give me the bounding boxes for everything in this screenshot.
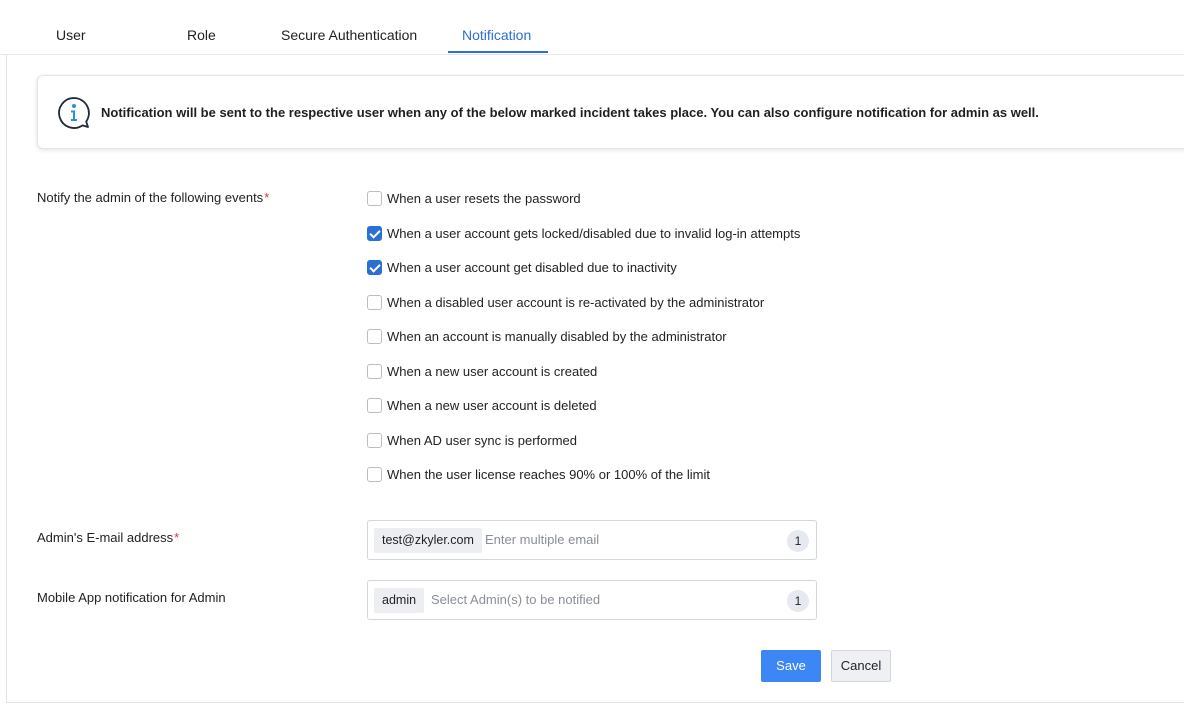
checkbox-unchecked[interactable] [367, 190, 382, 206]
checkbox-unchecked[interactable] [367, 294, 382, 310]
event-option[interactable]: When a user resets the password [367, 190, 581, 206]
event-option[interactable]: When a new user account is deleted [367, 397, 597, 413]
event-option[interactable]: When an account is manually disabled by … [367, 328, 727, 344]
event-option[interactable]: When the user license reaches 90% or 100… [367, 466, 710, 482]
admin-chip[interactable]: admin [374, 588, 425, 613]
admin-select-field[interactable]: admin Select Admin(s) to be notified 1 [367, 580, 817, 620]
checkbox-checked[interactable] [367, 259, 382, 275]
email-placeholder: Enter multiple email [485, 532, 600, 547]
event-option[interactable]: When AD user sync is performed [367, 432, 577, 448]
required-mark: * [264, 190, 270, 205]
info-banner: Notification will be sent to the respect… [37, 75, 1184, 149]
event-option-label: When the user license reaches 90% or 100… [387, 466, 711, 482]
event-option[interactable]: When a disabled user account is re-activ… [367, 294, 764, 310]
email-label: Admin's E-mail address* [37, 530, 180, 545]
checkbox-unchecked[interactable] [367, 328, 382, 344]
info-text: Notification will be sent to the respect… [101, 105, 1039, 120]
event-option[interactable]: When a new user account is created [367, 363, 597, 379]
event-option-label: When AD user sync is performed [387, 432, 578, 448]
checkbox-unchecked[interactable] [367, 363, 382, 379]
required-mark: * [174, 530, 180, 545]
tab-user[interactable]: User [56, 27, 86, 43]
tab-secure-authentication[interactable]: Secure Authentication [281, 27, 417, 43]
event-option[interactable]: When a user account get disabled due to … [367, 259, 677, 275]
email-chip[interactable]: test@zkyler.com [374, 528, 482, 553]
tab-role[interactable]: Role [187, 27, 216, 43]
event-option-label: When a disabled user account is re-activ… [387, 294, 765, 310]
save-button[interactable]: Save [761, 650, 821, 682]
admin-placeholder: Select Admin(s) to be notified [431, 592, 601, 607]
tab-notification[interactable]: Notification [462, 27, 531, 43]
event-option-label: When an account is manually disabled by … [387, 328, 727, 344]
mobile-label: Mobile App notification for Admin [37, 590, 226, 605]
active-tab-indicator [448, 51, 548, 53]
event-option-label: When a user account gets locked/disabled… [387, 225, 801, 241]
cancel-button[interactable]: Cancel [831, 650, 891, 682]
checkbox-checked[interactable] [367, 225, 382, 241]
event-option-label: When a new user account is created [387, 363, 598, 379]
tab-bar: User Role Secure Authentication Notifica… [0, 0, 1184, 55]
event-option-label: When a new user account is deleted [387, 397, 597, 413]
checkbox-unchecked[interactable] [367, 432, 382, 448]
checkbox-unchecked[interactable] [367, 397, 382, 413]
admin-count-badge: 1 [787, 590, 809, 612]
event-option[interactable]: When a user account gets locked/disabled… [367, 225, 800, 241]
event-option-label: When a user resets the password [387, 190, 581, 206]
email-field[interactable]: test@zkyler.com Enter multiple email 1 [367, 520, 817, 560]
events-label: Notify the admin of the following events… [37, 190, 270, 205]
info-icon [58, 97, 90, 129]
checkbox-unchecked[interactable] [367, 466, 382, 482]
event-option-label: When a user account get disabled due to … [387, 259, 677, 275]
email-count-badge: 1 [787, 530, 809, 552]
